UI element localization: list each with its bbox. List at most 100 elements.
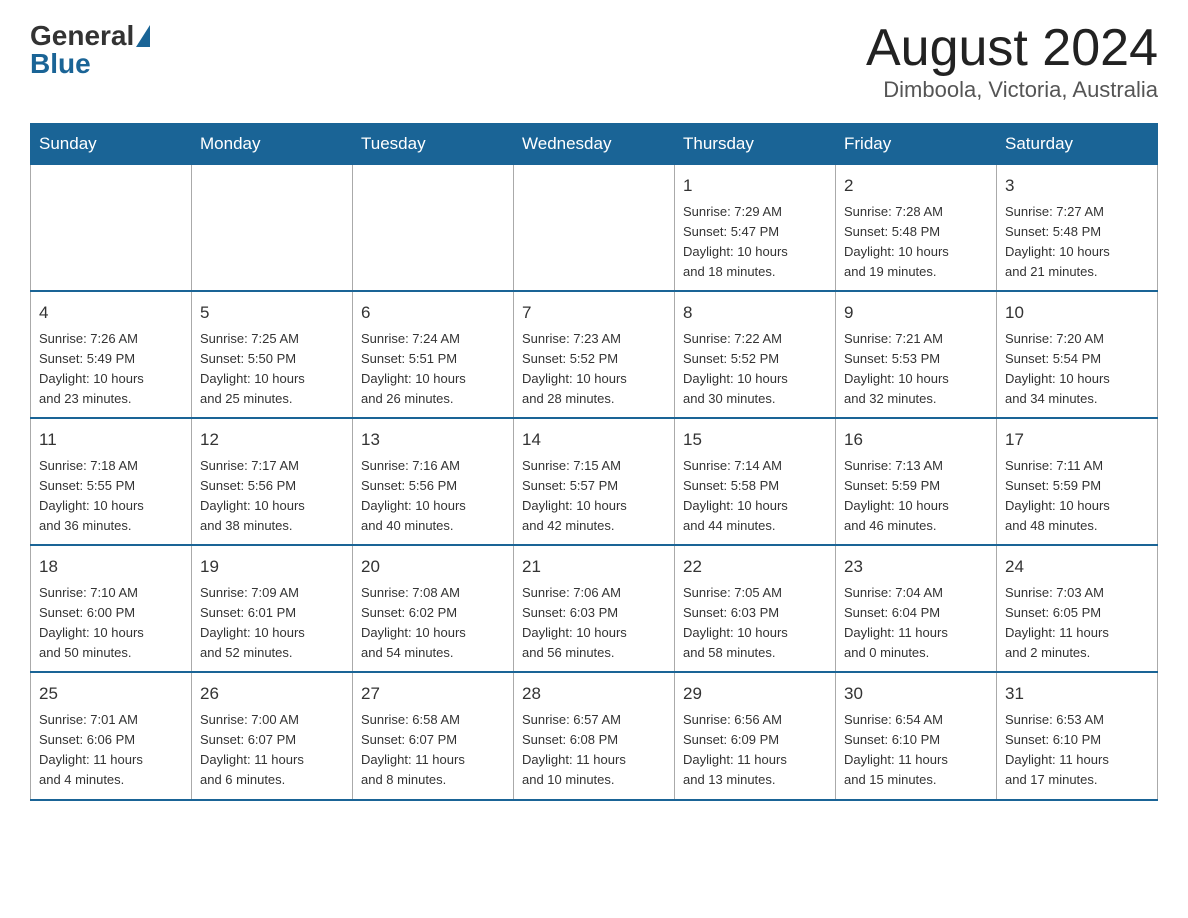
day-number: 19 (200, 554, 344, 580)
logo-triangle-icon (136, 25, 150, 47)
calendar-cell: 20 Sunrise: 7:08 AMSunset: 6:02 PMDayligh… (353, 545, 514, 672)
day-info: Sunrise: 7:06 AMSunset: 6:03 PMDaylight:… (522, 583, 666, 664)
day-info: Sunrise: 7:09 AMSunset: 6:01 PMDaylight:… (200, 583, 344, 664)
day-number: 8 (683, 300, 827, 326)
column-header-saturday: Saturday (997, 124, 1158, 165)
day-info: Sunrise: 7:27 AMSunset: 5:48 PMDaylight:… (1005, 202, 1149, 283)
day-info: Sunrise: 6:57 AMSunset: 6:08 PMDaylight:… (522, 710, 666, 791)
calendar-cell: 26 Sunrise: 7:00 AMSunset: 6:07 PMDayligh… (192, 672, 353, 799)
day-number: 26 (200, 681, 344, 707)
title-block: August 2024 Dimboola, Victoria, Australi… (866, 20, 1158, 103)
day-info: Sunrise: 7:03 AMSunset: 6:05 PMDaylight:… (1005, 583, 1149, 664)
column-header-tuesday: Tuesday (353, 124, 514, 165)
calendar-cell: 27 Sunrise: 6:58 AMSunset: 6:07 PMDayligh… (353, 672, 514, 799)
calendar-cell: 4 Sunrise: 7:26 AMSunset: 5:49 PMDaylight… (31, 291, 192, 418)
calendar-cell: 10 Sunrise: 7:20 AMSunset: 5:54 PMDayligh… (997, 291, 1158, 418)
calendar-cell: 1 Sunrise: 7:29 AMSunset: 5:47 PMDaylight… (675, 165, 836, 292)
day-number: 22 (683, 554, 827, 580)
day-number: 12 (200, 427, 344, 453)
day-info: Sunrise: 7:21 AMSunset: 5:53 PMDaylight:… (844, 329, 988, 410)
day-info: Sunrise: 7:25 AMSunset: 5:50 PMDaylight:… (200, 329, 344, 410)
calendar-cell: 14 Sunrise: 7:15 AMSunset: 5:57 PMDayligh… (514, 418, 675, 545)
day-number: 20 (361, 554, 505, 580)
logo: General Blue (30, 20, 151, 80)
day-number: 30 (844, 681, 988, 707)
calendar-cell: 5 Sunrise: 7:25 AMSunset: 5:50 PMDaylight… (192, 291, 353, 418)
column-header-friday: Friday (836, 124, 997, 165)
calendar-cell: 12 Sunrise: 7:17 AMSunset: 5:56 PMDayligh… (192, 418, 353, 545)
day-info: Sunrise: 7:20 AMSunset: 5:54 PMDaylight:… (1005, 329, 1149, 410)
day-info: Sunrise: 7:24 AMSunset: 5:51 PMDaylight:… (361, 329, 505, 410)
day-info: Sunrise: 7:05 AMSunset: 6:03 PMDaylight:… (683, 583, 827, 664)
calendar-cell: 31Sunrise: 6:53 AMSunset: 6:10 PMDayligh… (997, 672, 1158, 799)
calendar-cell: 29 Sunrise: 6:56 AMSunset: 6:09 PMDayligh… (675, 672, 836, 799)
calendar-cell: 30Sunrise: 6:54 AMSunset: 6:10 PMDayligh… (836, 672, 997, 799)
calendar-cell (31, 165, 192, 292)
day-number: 25 (39, 681, 183, 707)
calendar-header-row: SundayMondayTuesdayWednesdayThursdayFrid… (31, 124, 1158, 165)
day-number: 5 (200, 300, 344, 326)
calendar-cell: 8 Sunrise: 7:22 AMSunset: 5:52 PMDaylight… (675, 291, 836, 418)
day-number: 28 (522, 681, 666, 707)
day-info: Sunrise: 6:58 AMSunset: 6:07 PMDaylight:… (361, 710, 505, 791)
calendar-cell (192, 165, 353, 292)
calendar-cell: 18 Sunrise: 7:10 AMSunset: 6:00 PMDayligh… (31, 545, 192, 672)
day-number: 17 (1005, 427, 1149, 453)
calendar-cell: 24 Sunrise: 7:03 AMSunset: 6:05 PMDayligh… (997, 545, 1158, 672)
day-info: Sunrise: 7:22 AMSunset: 5:52 PMDaylight:… (683, 329, 827, 410)
calendar-week-row: 1 Sunrise: 7:29 AMSunset: 5:47 PMDaylight… (31, 165, 1158, 292)
day-number: 6 (361, 300, 505, 326)
calendar-cell: 21 Sunrise: 7:06 AMSunset: 6:03 PMDayligh… (514, 545, 675, 672)
day-number: 7 (522, 300, 666, 326)
day-number: 1 (683, 173, 827, 199)
calendar-cell: 25 Sunrise: 7:01 AMSunset: 6:06 PMDayligh… (31, 672, 192, 799)
day-number: 4 (39, 300, 183, 326)
calendar-cell: 15 Sunrise: 7:14 AMSunset: 5:58 PMDayligh… (675, 418, 836, 545)
calendar-cell: 13 Sunrise: 7:16 AMSunset: 5:56 PMDayligh… (353, 418, 514, 545)
day-info: Sunrise: 7:17 AMSunset: 5:56 PMDaylight:… (200, 456, 344, 537)
calendar-cell: 16 Sunrise: 7:13 AMSunset: 5:59 PMDayligh… (836, 418, 997, 545)
day-info: Sunrise: 7:13 AMSunset: 5:59 PMDaylight:… (844, 456, 988, 537)
day-number: 31 (1005, 681, 1149, 707)
day-info: Sunrise: 7:10 AMSunset: 6:00 PMDaylight:… (39, 583, 183, 664)
calendar-cell: 2Sunrise: 7:28 AMSunset: 5:48 PMDaylight… (836, 165, 997, 292)
column-header-wednesday: Wednesday (514, 124, 675, 165)
day-info: Sunrise: 7:29 AMSunset: 5:47 PMDaylight:… (683, 202, 827, 283)
column-header-monday: Monday (192, 124, 353, 165)
day-info: Sunrise: 7:18 AMSunset: 5:55 PMDaylight:… (39, 456, 183, 537)
column-header-thursday: Thursday (675, 124, 836, 165)
day-info: Sunrise: 7:23 AMSunset: 5:52 PMDaylight:… (522, 329, 666, 410)
day-number: 29 (683, 681, 827, 707)
day-number: 16 (844, 427, 988, 453)
calendar-cell: 19 Sunrise: 7:09 AMSunset: 6:01 PMDayligh… (192, 545, 353, 672)
day-number: 18 (39, 554, 183, 580)
day-number: 27 (361, 681, 505, 707)
calendar-cell (353, 165, 514, 292)
day-info: Sunrise: 7:14 AMSunset: 5:58 PMDaylight:… (683, 456, 827, 537)
day-info: Sunrise: 7:16 AMSunset: 5:56 PMDaylight:… (361, 456, 505, 537)
day-number: 15 (683, 427, 827, 453)
day-info: Sunrise: 7:11 AMSunset: 5:59 PMDaylight:… (1005, 456, 1149, 537)
day-number: 21 (522, 554, 666, 580)
calendar-cell (514, 165, 675, 292)
calendar-week-row: 25 Sunrise: 7:01 AMSunset: 6:06 PMDayligh… (31, 672, 1158, 799)
day-info: Sunrise: 7:00 AMSunset: 6:07 PMDaylight:… (200, 710, 344, 791)
day-info: Sunrise: 6:56 AMSunset: 6:09 PMDaylight:… (683, 710, 827, 791)
calendar-cell: 11 Sunrise: 7:18 AMSunset: 5:55 PMDayligh… (31, 418, 192, 545)
calendar-week-row: 11 Sunrise: 7:18 AMSunset: 5:55 PMDayligh… (31, 418, 1158, 545)
month-year-title: August 2024 (866, 20, 1158, 77)
calendar-cell: 23Sunrise: 7:04 AMSunset: 6:04 PMDayligh… (836, 545, 997, 672)
calendar-week-row: 18 Sunrise: 7:10 AMSunset: 6:00 PMDayligh… (31, 545, 1158, 672)
day-number: 11 (39, 427, 183, 453)
day-info: Sunrise: 7:01 AMSunset: 6:06 PMDaylight:… (39, 710, 183, 791)
calendar-cell: 9Sunrise: 7:21 AMSunset: 5:53 PMDaylight… (836, 291, 997, 418)
calendar-cell: 7 Sunrise: 7:23 AMSunset: 5:52 PMDaylight… (514, 291, 675, 418)
day-info: Sunrise: 7:08 AMSunset: 6:02 PMDaylight:… (361, 583, 505, 664)
day-info: Sunrise: 7:15 AMSunset: 5:57 PMDaylight:… (522, 456, 666, 537)
day-number: 10 (1005, 300, 1149, 326)
day-number: 2 (844, 173, 988, 199)
day-number: 24 (1005, 554, 1149, 580)
day-info: Sunrise: 7:26 AMSunset: 5:49 PMDaylight:… (39, 329, 183, 410)
day-number: 14 (522, 427, 666, 453)
day-number: 13 (361, 427, 505, 453)
